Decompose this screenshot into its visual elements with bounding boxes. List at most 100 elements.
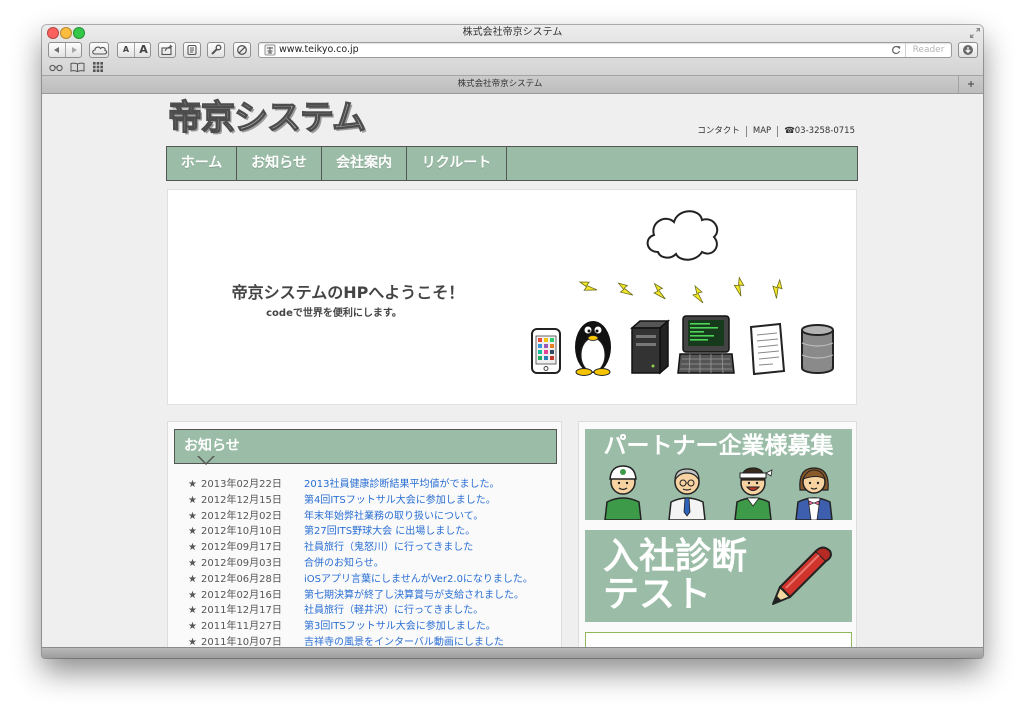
cloud-icon: [646, 210, 719, 261]
news-link[interactable]: 第27回ITS野球大会 に出場しました。: [304, 524, 475, 540]
news-link[interactable]: 吉祥寺の風景をインターバル動画にしました: [304, 635, 504, 647]
text-size-buttons: A A: [117, 42, 151, 58]
office-lady-figure: [795, 467, 833, 520]
browser-chrome: 株式会社帝京システム A A www.teikyo.co.jp Reader: [42, 25, 983, 75]
news-item: 2011年12月17日 社員旅行（軽井沢）に行ってきました。: [168, 603, 561, 619]
partner-banner-text: パートナー企業様募集: [603, 433, 834, 459]
worker-helmet-figure: [604, 465, 642, 520]
news-date: 2012年12月15日: [201, 494, 282, 506]
news-link[interactable]: 社員旅行（軽井沢）に行ってきました。: [304, 603, 483, 619]
nav-item-home[interactable]: ホーム: [167, 147, 237, 180]
news-item: 2012年02月16日 第七期決算が終了し決算賞与が支給されました。: [168, 588, 561, 604]
nav-item-recruit[interactable]: リクルート: [407, 147, 507, 180]
share-button[interactable]: [158, 42, 176, 58]
forward-button[interactable]: [66, 43, 82, 57]
news-list: 2013年02月22日 2013社員健康診断結果平均値がでました。 2012年12…: [168, 477, 561, 647]
lightning-icon: [692, 284, 704, 304]
news-item: 2012年09月17日 社員旅行（鬼怒川）に行ってきました: [168, 540, 561, 556]
top-sites-icon[interactable]: [92, 61, 104, 73]
news-link[interactable]: 社員旅行（鬼怒川）に行ってきました: [304, 540, 473, 556]
sidebar-banners: パートナー企業様募集 入社診断 テスト: [578, 421, 857, 647]
back-button[interactable]: [49, 43, 66, 57]
bookmarks-icon[interactable]: [70, 61, 85, 73]
news-link[interactable]: 第3回ITSフットサル大会に参加しました。: [304, 619, 496, 635]
star-icon: [188, 493, 197, 509]
penguin-icon: [575, 321, 611, 376]
new-tab-button[interactable]: [958, 76, 983, 93]
fullscreen-icon[interactable]: [969, 27, 981, 39]
site-logo[interactable]: 帝京システム: [167, 97, 366, 139]
news-date: 2012年10月10日: [201, 526, 282, 538]
entrance-test-banner[interactable]: 入社診断 テスト: [585, 530, 852, 622]
news-date: 2011年10月07日: [201, 636, 282, 647]
back-forward-buttons: [48, 42, 82, 58]
smartphone-icon: [531, 328, 561, 374]
star-icon: [188, 635, 197, 647]
extension-icon: [187, 44, 197, 56]
news-link[interactable]: 第七期決算が終了し決算賞与が支給されました。: [304, 588, 524, 604]
news-link[interactable]: 2013社員健康診断結果平均値がでました。: [304, 477, 499, 493]
nav-item-company[interactable]: 会社案内: [322, 147, 407, 180]
tab-current[interactable]: 株式会社帝京システム: [42, 76, 958, 92]
database-icon: [801, 324, 834, 374]
address-bar[interactable]: www.teikyo.co.jp Reader: [258, 42, 952, 58]
news-item: 2012年06月28日 iOSアプリ言葉にしませんがVer2.0になりました。: [168, 572, 561, 588]
news-link[interactable]: 第4回ITSフットサル大会に参加しました。: [304, 493, 496, 509]
news-panel: お知らせ 2013年02月22日 2013社員健康診断結果平均値がでました。 20…: [167, 421, 562, 647]
terminal-icon: [677, 315, 735, 374]
nav-item-news[interactable]: お知らせ: [237, 147, 322, 180]
text-bigger-button[interactable]: A: [135, 43, 152, 57]
downloads-button[interactable]: [958, 42, 978, 58]
reading-list-icon[interactable]: [49, 61, 63, 73]
document-icon: [749, 322, 786, 376]
text-smaller-button[interactable]: A: [118, 43, 135, 57]
news-link[interactable]: 合併のお知らせ。: [304, 556, 384, 572]
news-item: 2013年02月22日 2013社員健康診断結果平均値がでました。: [168, 477, 561, 493]
news-item: 2012年12月02日 年末年始弊社業務の取り扱いについて。: [168, 509, 561, 525]
icloud-tabs-button[interactable]: [89, 42, 109, 58]
icloud-tabs-icon: [92, 46, 108, 55]
lightning-icon: [653, 282, 666, 300]
staff-illustration: [604, 465, 833, 520]
header-links: コンタクト MAP ☎03-3258-0715: [691, 126, 855, 137]
url-text[interactable]: www.teikyo.co.jp: [279, 43, 359, 57]
hero-illustration: [531, 210, 834, 376]
challenge-banner[interactable]: [585, 632, 852, 647]
news-link[interactable]: 年末年始弊社業務の取り扱いについて。: [304, 509, 483, 525]
window-title: 株式会社帝京システム: [462, 27, 563, 38]
tools-icon: [211, 44, 222, 55]
pencil-icon: [772, 546, 832, 605]
news-header-pointer-fill: [198, 455, 214, 463]
tools-button[interactable]: [207, 42, 225, 58]
star-icon: [188, 540, 197, 556]
extension-button[interactable]: [183, 42, 201, 58]
map-link[interactable]: MAP: [745, 126, 777, 137]
star-icon: [188, 572, 197, 588]
news-date: 2011年12月17日: [201, 605, 282, 617]
news-header: お知らせ: [174, 429, 557, 464]
star-icon: [188, 524, 197, 540]
forward-icon: [72, 47, 77, 53]
partner-recruit-banner[interactable]: パートナー企業様募集: [585, 429, 852, 520]
news-date: 2011年11月27日: [201, 621, 282, 633]
news-item: 2012年10月10日 第27回ITS野球大会 に出場しました。: [168, 524, 561, 540]
news-date: 2012年06月28日: [201, 573, 282, 585]
news-link[interactable]: iOSアプリ言葉にしませんがVer2.0になりました。: [304, 572, 533, 588]
contact-link[interactable]: コンタクト: [691, 126, 746, 137]
news-date: 2013年02月22日: [201, 479, 282, 490]
web-content: 帝京システム コンタクト MAP ☎03-3258-0715 ホーム お知らせ …: [42, 93, 983, 647]
lightning-icon: [578, 281, 598, 291]
star-icon: [188, 619, 197, 635]
news-date: 2012年09月03日: [201, 557, 282, 569]
share-icon: [161, 44, 173, 56]
back-icon: [54, 47, 59, 53]
star-icon: [188, 556, 197, 572]
reader-button[interactable]: Reader: [905, 43, 951, 57]
site-favicon-icon: [264, 44, 276, 56]
block-button[interactable]: [233, 42, 251, 58]
star-icon: [188, 603, 197, 619]
star-icon: [188, 509, 197, 525]
reload-icon[interactable]: [890, 44, 902, 56]
star-icon: [188, 477, 197, 493]
news-item: 2011年10月07日 吉祥寺の風景をインターバル動画にしました: [168, 635, 561, 647]
